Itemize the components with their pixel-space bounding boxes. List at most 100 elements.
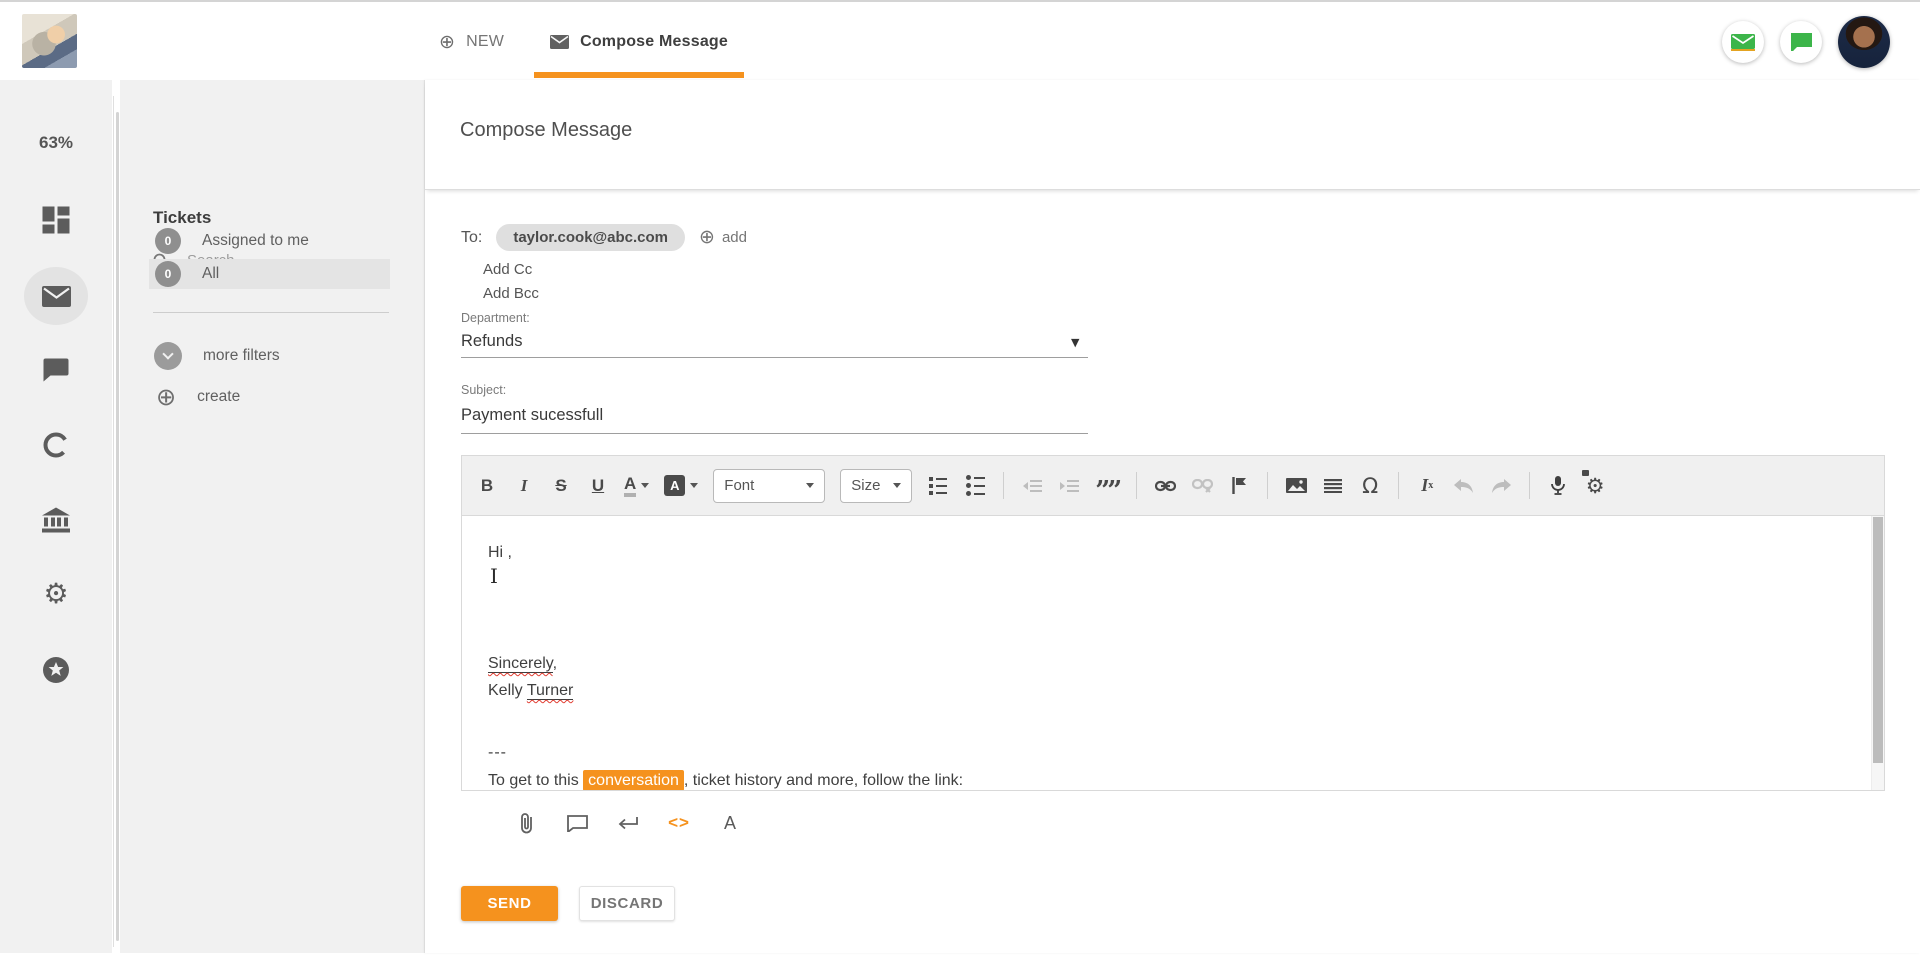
department-select[interactable]: Refunds [461,332,522,351]
caret-icon [806,483,814,488]
caret-icon [690,483,698,488]
tab-compose-label: Compose Message [580,33,728,51]
nav-chats[interactable] [44,359,69,382]
more-filters[interactable]: more filters [149,341,390,371]
strikethrough-button[interactable]: S [550,471,572,501]
create-ticket[interactable]: ⊕ create [149,382,390,412]
scrollbar-thumb[interactable] [1873,517,1883,763]
more-filters-label: more filters [203,347,280,365]
active-nav-highlight [24,267,88,325]
plus-circle-icon: ⊕ [439,33,455,52]
undo-icon [1454,479,1474,493]
user-avatar[interactable] [1838,16,1890,68]
background-color-button[interactable]: A [664,471,698,501]
bank-icon [42,508,70,533]
top-actions [1722,2,1890,82]
add-cc-link[interactable]: Add Cc [483,261,532,278]
compose-pane: Compose Message To: taylor.cook@abc.com … [425,80,1920,953]
app-window: ⊕ NEW Compose Message [0,0,1920,955]
unlink-button[interactable] [1191,471,1213,501]
rail-scrollbar[interactable] [116,112,119,941]
toolbar-separator [1398,472,1399,499]
ordered-list-icon [929,477,947,495]
special-character-button[interactable]: Ω [1359,471,1381,501]
indent-icon [1060,480,1079,492]
nav-starred[interactable] [43,657,70,684]
caret-icon [893,483,901,488]
insert-image-button[interactable] [1285,471,1307,501]
plus-circle-icon: ⊕ [156,385,176,409]
underline-button[interactable]: U [587,471,609,501]
redo-button[interactable] [1490,471,1512,501]
anchor-flag-button[interactable] [1228,471,1250,501]
nav-tickets[interactable] [24,267,88,325]
text-color-button[interactable]: A [624,471,649,501]
dropdown-caret-icon[interactable]: ▼ [1071,336,1079,349]
department-underline [461,357,1088,358]
subject-input[interactable]: Payment sucessfull [461,406,603,425]
add-label: add [722,229,747,246]
filter-assigned-to-me[interactable]: 0 Assigned to me [149,226,390,256]
size-select[interactable]: Size [840,469,912,503]
toolbar-separator [1267,472,1268,499]
to-row: To: taylor.cook@abc.com ⊕ add [461,224,747,251]
remove-format-button[interactable]: Ix [1416,471,1438,501]
tab-new[interactable]: ⊕ NEW [423,2,520,82]
attach-file-button[interactable] [513,810,539,836]
bullet-list-icon [966,475,985,496]
left-navigation-rail: 63% [0,80,112,953]
link-icon [1155,480,1176,492]
blockquote-button[interactable]: ”” [1095,471,1119,501]
filter-all[interactable]: 0 All [149,259,390,289]
dictation-button[interactable] [1547,471,1569,501]
ordered-list-button[interactable] [927,471,949,501]
image-icon [1286,478,1307,493]
conversation-link[interactable]: conversation [583,770,684,790]
recipient-chip[interactable]: taylor.cook@abc.com [496,224,685,251]
comment-icon [567,815,588,832]
outdent-button[interactable] [1021,471,1043,501]
nav-customers[interactable] [42,508,70,533]
chat-bubble-icon [44,359,69,382]
editor-body[interactable]: Hi , I Sincerely, Kelly Turner --- To ge… [462,516,1884,790]
new-email-button[interactable] [1722,21,1764,63]
undo-button[interactable] [1453,471,1475,501]
page-title: Compose Message [460,119,632,142]
plain-text-button[interactable]: A [717,810,743,836]
insert-link-button[interactable] [1154,471,1176,501]
internal-note-button[interactable] [564,810,590,836]
bullet-list-button[interactable] [964,471,986,501]
add-bcc-link[interactable]: Add Bcc [483,285,539,302]
horizontal-rule-button[interactable] [1322,471,1344,501]
insert-reply-button[interactable] [615,810,641,836]
add-recipient-button[interactable]: ⊕ add [699,228,747,247]
unlink-icon [1192,479,1213,493]
assigned-count-badge: 0 [155,228,181,254]
editor-scrollbar[interactable] [1871,516,1884,790]
bold-button[interactable]: B [476,471,498,501]
dashboard-icon [43,207,70,234]
filter-label: Assigned to me [202,232,309,250]
indent-button[interactable] [1058,471,1080,501]
source-code-button[interactable]: <> [666,810,692,836]
nav-settings[interactable]: ⚙ [43,580,68,608]
filter-label: All [202,265,219,283]
outdent-icon [1023,480,1042,492]
font-select[interactable]: Font [713,469,825,503]
send-button[interactable]: SEND [461,886,558,921]
editor-settings-button[interactable]: ⚙ [1584,471,1606,501]
new-chat-button[interactable] [1780,21,1822,63]
footer-note: To get to this conversation, ticket hist… [488,772,963,790]
italic-button[interactable]: I [513,471,535,501]
signature-separator: --- [488,744,507,762]
editor-toolbar: B I S U A A Font Size [462,456,1884,516]
all-count-badge: 0 [155,261,181,287]
nav-dashboard[interactable] [43,207,70,234]
nav-recent[interactable] [43,432,70,459]
tab-compose-message[interactable]: Compose Message [534,2,744,82]
company-logo[interactable] [22,14,77,68]
discard-button[interactable]: DISCARD [579,886,675,921]
signature-line-2: Kelly Turner [488,682,573,700]
compose-header: Compose Message [425,80,1920,190]
top-bar: ⊕ NEW Compose Message [0,0,1920,80]
